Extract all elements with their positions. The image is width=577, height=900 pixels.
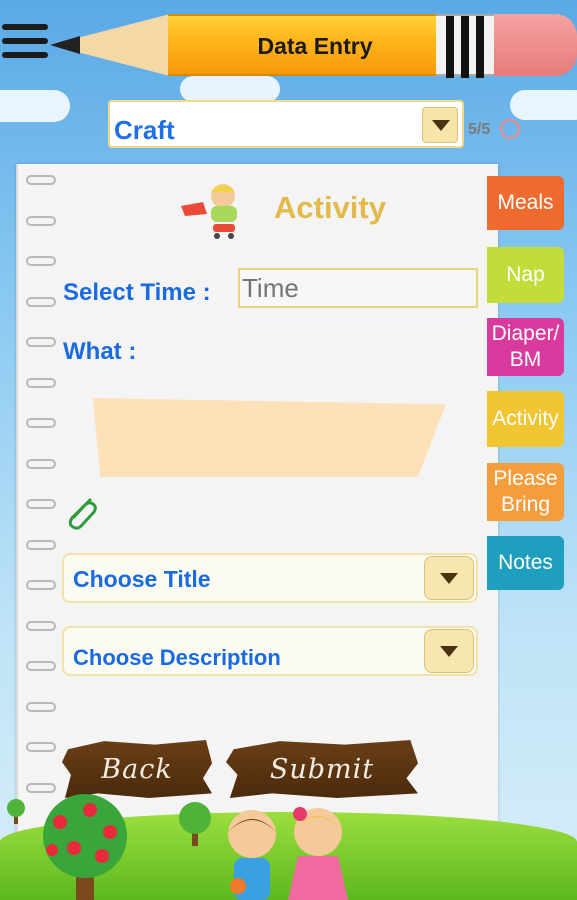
small-tree-icon — [7, 799, 25, 824]
apple-tree-icon — [43, 794, 127, 900]
notebook-ring — [26, 458, 56, 469]
time-input[interactable] — [238, 268, 478, 308]
dropdown-arrow-icon — [424, 556, 474, 600]
tab-activity[interactable]: Activity — [487, 391, 564, 447]
notebook-ring — [26, 215, 56, 226]
activity-heading: Activity — [274, 190, 386, 225]
notebook-ring — [26, 296, 56, 307]
children-icon — [228, 807, 348, 900]
back-button[interactable]: Back — [62, 740, 212, 798]
activity-kid-icon — [181, 184, 237, 239]
choose-description-text: Choose Description — [73, 645, 281, 670]
notebook-ring — [26, 499, 56, 509]
dropdown-arrow-icon — [424, 629, 474, 673]
tab-meals[interactable]: Meals — [487, 176, 564, 230]
cloud-decoration — [0, 90, 70, 122]
notebook-ring — [26, 175, 56, 185]
notebook-ring — [26, 539, 56, 550]
submit-button-label: Submit — [269, 754, 375, 785]
notebook-ring — [26, 256, 56, 266]
dropdown-arrow-icon — [422, 107, 458, 143]
notebook-ring — [26, 782, 56, 793]
menu-icon[interactable] — [2, 24, 48, 66]
choose-description-select[interactable]: Choose Description — [62, 626, 478, 676]
cloud-decoration — [180, 76, 280, 102]
notebook-ring — [26, 620, 56, 631]
clock-icon — [500, 119, 520, 139]
cloud-decoration — [510, 90, 577, 120]
tab-diaper-bm[interactable]: Diaper/ BM — [487, 318, 564, 376]
notebook-ring — [26, 701, 56, 712]
notebook-ring — [26, 337, 56, 347]
choose-title-text: Choose Title — [73, 566, 211, 592]
notebook-ring — [26, 742, 56, 752]
page-title: Data Entry — [257, 33, 373, 59]
what-text-area[interactable] — [93, 398, 446, 477]
what-label: What : — [63, 338, 137, 365]
notebook-ring — [26, 418, 56, 428]
notebook-ring — [26, 580, 56, 590]
notebook-ring — [26, 661, 56, 671]
activity-type-select[interactable]: Craft — [108, 100, 464, 148]
choose-title-select[interactable]: Choose Title — [62, 553, 478, 603]
submit-button[interactable]: Submit — [226, 740, 418, 798]
activity-type-value: Craft — [114, 115, 175, 145]
paperclip-icon[interactable] — [62, 494, 100, 532]
tab-please-bring[interactable]: Please Bring — [487, 463, 564, 521]
tab-nap[interactable]: Nap — [487, 247, 564, 303]
notebook-ring — [26, 377, 56, 388]
back-button-label: Back — [101, 754, 173, 785]
entry-counter: 5/5 — [468, 121, 491, 138]
select-time-label: Select Time : — [63, 279, 211, 306]
tab-notes[interactable]: Notes — [487, 536, 564, 590]
small-tree-icon — [179, 802, 211, 846]
